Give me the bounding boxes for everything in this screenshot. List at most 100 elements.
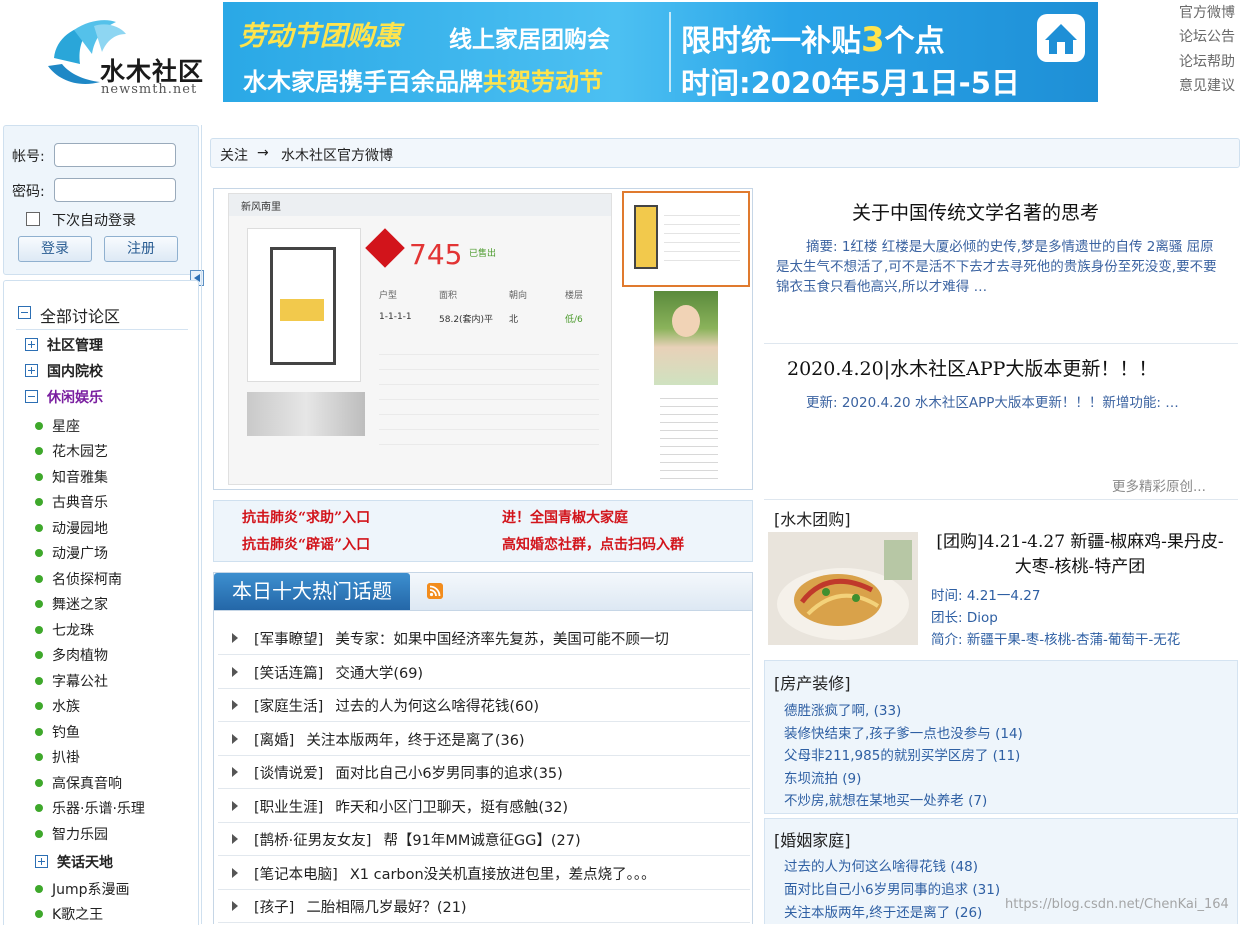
house-link[interactable]: 不炒房,就想在某地买一处养老 (7) [784, 789, 987, 809]
hot-topic-board[interactable]: [孩子] [254, 900, 294, 916]
sidebar-leaf[interactable]: 智力乐园 [52, 824, 108, 844]
hot-topic-row[interactable]: [职业生涯] 昨天和小区门卫聊天，挺有感触(32) [218, 790, 750, 823]
marriage-link[interactable]: 关注本版两年,终于还是离了 (26) [784, 901, 982, 921]
sidebar-leaf[interactable]: 七龙珠 [52, 620, 94, 640]
top-link-announcement[interactable]: 论坛公告 [1179, 25, 1247, 49]
sidebar-leaf[interactable]: 乐器·乐谱·乐理 [52, 798, 145, 818]
sidebar-leaf[interactable]: 动漫广场 [52, 543, 108, 563]
listing-headers: 户型 面积 朝向 楼层 [379, 288, 599, 301]
listing-screenshot[interactable]: 新风南里 745 已售出 户型 面积 朝向 楼层 1-1-1-1 58.2(套内… [228, 193, 612, 485]
hot-topic-title[interactable]: 二胎相隔几岁最好？(21) [306, 900, 466, 916]
hot-topic-title[interactable]: 帮【91年MM诚意征GG】(27) [383, 833, 580, 849]
floor-plan-room [280, 299, 324, 321]
hot-topic-row[interactable]: [孩子] 二胎相隔几岁最好？(21) [218, 890, 750, 923]
hot-topic-title[interactable]: 昨天和小区门卫聊天，挺有感触(32) [335, 800, 568, 816]
article-summary[interactable]: 更新: 2020.4.20 水木社区APP大版本更新！！！新增功能: … [776, 393, 1226, 413]
hot-topic-row[interactable]: [鹊桥·征男友女友] 帮【91年MM诚意征GG】(27) [218, 823, 750, 856]
hot-topic-row[interactable]: [笑话连篇] 交通大学(69) [218, 656, 750, 689]
marriage-section-title[interactable]: [婚姻家庭] [774, 827, 851, 851]
top-link-feedback[interactable]: 意见建议 [1179, 74, 1247, 98]
sidebar-leaf[interactable]: 名侦探柯南 [52, 569, 122, 589]
rss-icon[interactable] [427, 583, 443, 599]
hot-topic-board[interactable]: [笑话连篇] [254, 666, 323, 682]
hot-topic-board[interactable]: [谈情说爱] [254, 766, 323, 782]
notice-group-link[interactable]: 进！全国青椒大家庭 [502, 507, 628, 527]
thumbnail-active[interactable] [622, 191, 750, 287]
sidebar-group-leisure[interactable]: 休闲娱乐 [47, 387, 103, 407]
sidebar-leaf[interactable]: 钓鱼 [52, 722, 80, 742]
plus-icon[interactable] [25, 364, 38, 377]
hot-topic-row[interactable]: [离婚] 关注本版两年，终于还是离了(36) [218, 723, 750, 756]
sidebar-leaf[interactable]: 舞迷之家 [52, 594, 108, 614]
banner-line4-post: 个点 [884, 24, 945, 59]
sidebar-root[interactable]: 全部讨论区 [40, 303, 120, 327]
sidebar-leaf[interactable]: 知音雅集 [52, 467, 108, 487]
sidebar-leaf[interactable]: 字幕公社 [52, 671, 108, 691]
hot-topic-row[interactable]: [谈情说爱] 面对比自己小6岁男同事的追求(35) [218, 756, 750, 789]
hot-topic-title[interactable]: 交通大学(69) [335, 666, 423, 682]
group-buy-section-title[interactable]: [水木团购] [774, 506, 851, 530]
sidebar-subgroup-jokes[interactable]: 笑话天地 [57, 852, 113, 872]
hot-topic-title[interactable]: 关注本版两年，终于还是离了(36) [306, 733, 524, 749]
sidebar-leaf[interactable]: 花木园艺 [52, 441, 108, 461]
breadcrumb-follow[interactable]: 关注 [220, 145, 248, 165]
sidebar-leaf[interactable]: Jump系漫画 [52, 879, 130, 899]
sidebar-leaf[interactable]: 水族 [52, 696, 80, 716]
more-articles-link[interactable]: 更多精彩原创... [1112, 475, 1206, 495]
promo-banner[interactable]: 劳动节团购惠 线上家居团购会 水木家居携手百余品牌共贺劳动节 限时统一补贴3个点… [223, 2, 1098, 102]
article-title[interactable]: 关于中国传统文学名著的思考 [852, 198, 1099, 225]
group-buy-title[interactable]: [团购]4.21-4.27 新疆-椒麻鸡-果丹皮-大枣-核桃-特产团 [930, 530, 1230, 580]
remember-checkbox[interactable] [26, 212, 40, 226]
notice-help-link[interactable]: 抗击肺炎“求助”入口 [242, 507, 370, 527]
sidebar-leaf[interactable]: K歌之王 [52, 904, 103, 924]
hot-topic-board[interactable]: [职业生涯] [254, 800, 323, 816]
password-input[interactable] [54, 178, 176, 202]
house-link[interactable]: 父母非211,985的就别买学区房了 (11) [784, 744, 1020, 764]
hot-topic-title[interactable]: X1 carbon没关机直接放进包里，差点烧了。。。 [350, 867, 656, 883]
hot-topic-board[interactable]: [离婚] [254, 733, 294, 749]
thumbnail-chat[interactable] [660, 391, 718, 483]
sidebar-group-universities[interactable]: 国内院校 [47, 361, 103, 381]
sidebar-leaf[interactable]: 动漫园地 [52, 518, 108, 538]
plus-icon[interactable] [35, 855, 48, 868]
notice-rumor-link[interactable]: 抗击肺炎“辟谣”入口 [242, 534, 370, 554]
sidebar-leaf[interactable]: 高保真音响 [52, 773, 122, 793]
top-link-help[interactable]: 论坛帮助 [1179, 50, 1247, 74]
hot-topic-board[interactable]: [家庭生活] [254, 699, 323, 715]
hot-topic-title[interactable]: 面对比自己小6岁男同事的追求(35) [335, 766, 563, 782]
marriage-link[interactable]: 面对比自己小6岁男同事的追求 (31) [784, 878, 1000, 898]
sidebar-group-management[interactable]: 社区管理 [47, 335, 103, 355]
hot-topic-board[interactable]: [军事瞭望] [254, 632, 323, 648]
minus-icon[interactable] [25, 390, 38, 403]
plus-icon[interactable] [25, 338, 38, 351]
banner-line5: 时间:2020年5月1日-5日 [681, 66, 1020, 100]
top-link-weibo[interactable]: 官方微博 [1179, 1, 1247, 25]
sidebar-leaf[interactable]: 扒褂 [52, 747, 80, 767]
house-link[interactable]: 装修快结束了,孩子爹一点也没参与 (14) [784, 722, 1023, 742]
hot-topic-board[interactable]: [鹊桥·征男友女友] [254, 833, 371, 849]
marriage-link[interactable]: 过去的人为何这么啥得花钱 (48) [784, 855, 978, 875]
breadcrumb-target[interactable]: 水木社区官方微博 [281, 145, 393, 165]
account-input[interactable] [54, 143, 176, 167]
minus-icon[interactable] [18, 306, 31, 319]
house-link[interactable]: 东坝流拍 (9) [784, 767, 861, 787]
hot-topic-title[interactable]: 过去的人为何这么啥得花钱(60) [335, 699, 539, 715]
image-slideshow[interactable]: 新风南里 745 已售出 户型 面积 朝向 楼层 1-1-1-1 58.2(套内… [213, 188, 753, 490]
sidebar-leaf[interactable]: 古典音乐 [52, 492, 108, 512]
login-button[interactable]: 登录 [18, 236, 92, 262]
hot-topic-row[interactable]: [家庭生活] 过去的人为何这么啥得花钱(60) [218, 689, 750, 722]
article-summary[interactable]: 摘要: 1红楼 红楼是大厦必倾的史传,梦是多情遗世的自传 2离骚 屈原是太生气不… [776, 237, 1226, 297]
house-section-title[interactable]: [房产装修] [774, 670, 851, 694]
hot-topic-row[interactable]: [军事瞭望] 美专家：如果中国经济率先复苏，美国可能不顾一切 [218, 622, 750, 655]
hot-topic-board[interactable]: [笔记本电脑] [254, 867, 338, 883]
food-image[interactable] [768, 532, 918, 645]
hot-topic-title[interactable]: 美专家：如果中国经济率先复苏，美国可能不顾一切 [335, 632, 669, 648]
thumbnail-photo[interactable] [654, 291, 718, 385]
sidebar-leaf[interactable]: 多肉植物 [52, 645, 108, 665]
register-button[interactable]: 注册 [104, 236, 178, 262]
hot-topic-row[interactable]: [笔记本电脑] X1 carbon没关机直接放进包里，差点烧了。。。 [218, 857, 750, 890]
house-link[interactable]: 德胜涨疯了啊, (33) [784, 699, 901, 719]
sidebar-leaf[interactable]: 星座 [52, 416, 80, 436]
notice-dating-link[interactable]: 高知婚恋社群，点击扫码入群 [502, 534, 684, 554]
article-title[interactable]: 2020.4.20|水木社区APP大版本更新！！！ [787, 354, 1157, 381]
